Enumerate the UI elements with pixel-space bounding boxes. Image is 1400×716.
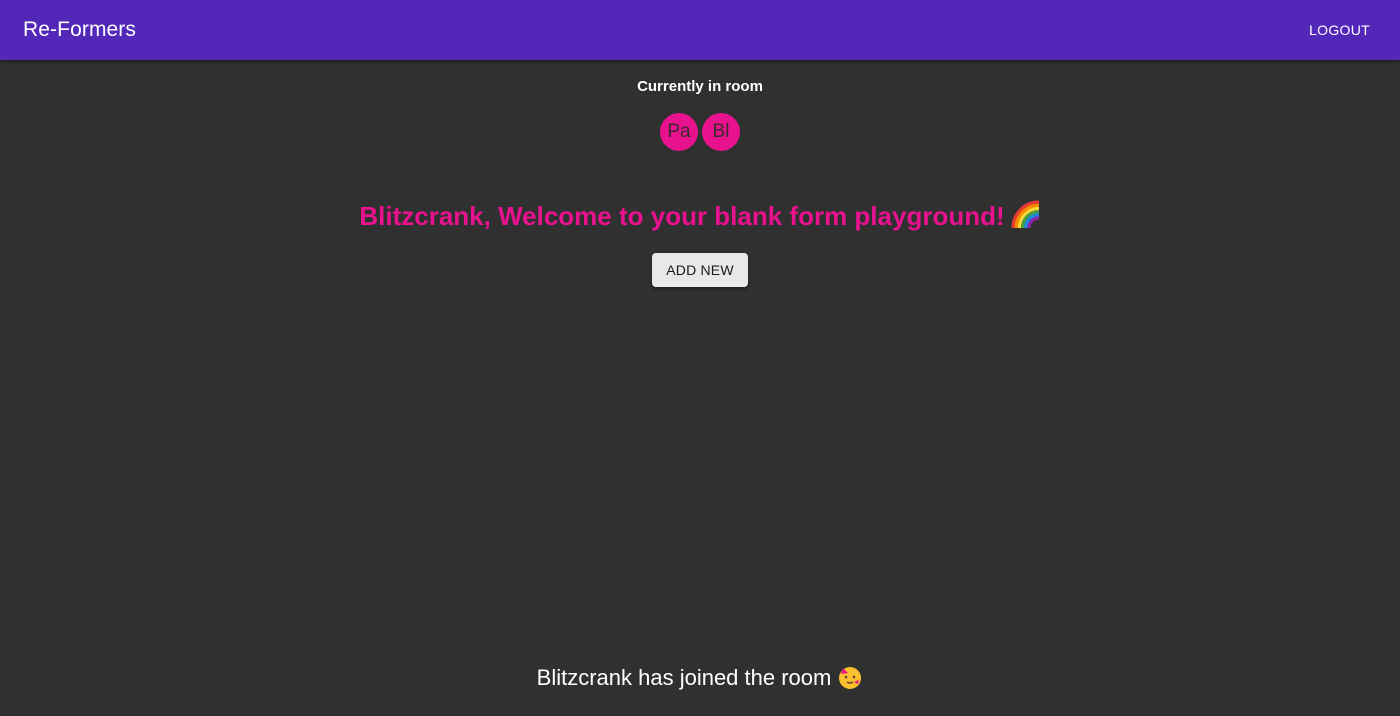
avatar-initials: Pa xyxy=(667,121,691,142)
app-bar: Re-Formers LOGOUT xyxy=(0,0,1400,60)
party-face-icon xyxy=(837,664,863,690)
welcome-heading: Blitzcrank, Welcome to your blank form p… xyxy=(0,200,1400,232)
main-content: Currently in room Pa Bl Blitzcrank, Welc… xyxy=(0,60,1400,716)
avatar[interactable]: Bl xyxy=(702,113,740,151)
avatar-initials: Bl xyxy=(712,121,730,142)
rainbow-icon xyxy=(1011,200,1041,230)
welcome-text: Blitzcrank, Welcome to your blank form p… xyxy=(359,201,1005,231)
add-new-wrapper: ADD NEW xyxy=(0,253,1400,287)
app-title: Re-Formers xyxy=(23,18,137,41)
join-notification-text: Blitzcrank has joined the room xyxy=(536,665,832,690)
room-heading: Currently in room xyxy=(637,78,763,95)
join-notification: Blitzcrank has joined the room xyxy=(0,664,1400,691)
add-new-button[interactable]: ADD NEW xyxy=(652,253,748,287)
room-avatars: Pa Bl xyxy=(0,113,1400,151)
avatar[interactable]: Pa xyxy=(660,113,698,151)
logout-button[interactable]: LOGOUT xyxy=(1300,16,1379,44)
